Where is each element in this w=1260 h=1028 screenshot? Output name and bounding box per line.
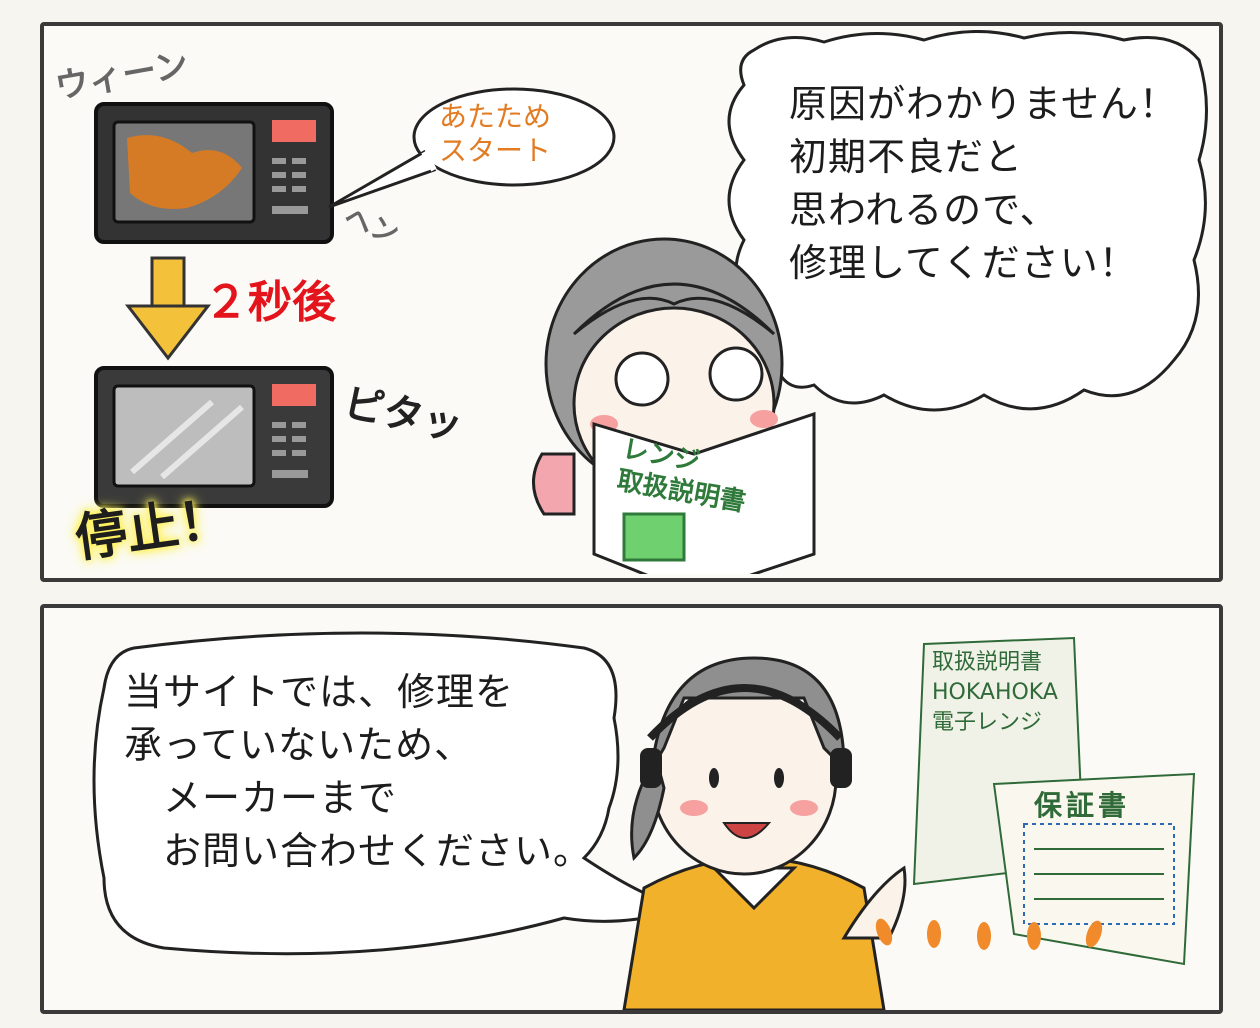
microwave-running (94, 102, 334, 244)
warranty-title: 保証書 (1034, 789, 1131, 822)
comic-panel-top: あたため スタート ウィーン ヘン ２秒後 停止！ ピタッ 原因がわかりません！… (40, 22, 1223, 582)
customer-speech-text: 原因がわかりません！ 初期不良だと 思われるので、 修理してください！ (789, 82, 1178, 285)
time-caption: ２秒後 (204, 277, 336, 328)
customer-figure (532, 237, 816, 574)
microwave-bubble-text: あたため スタート (439, 100, 552, 167)
operator-speech-text: 当サイトでは、修理を 承っていないため、 メーカーまで お問い合わせください。 (124, 670, 593, 873)
down-arrow-icon (124, 256, 212, 361)
comic-panel-bottom: 当サイトでは、修理を 承っていないため、 メーカーまで お問い合わせください。 … (40, 604, 1223, 1014)
sfx-stop: ピタッ (339, 379, 467, 450)
motion-marks (875, 918, 1103, 950)
manual-doc-text: 取扱説明書 HOKAHOKA 電子レンジ (932, 650, 1058, 735)
